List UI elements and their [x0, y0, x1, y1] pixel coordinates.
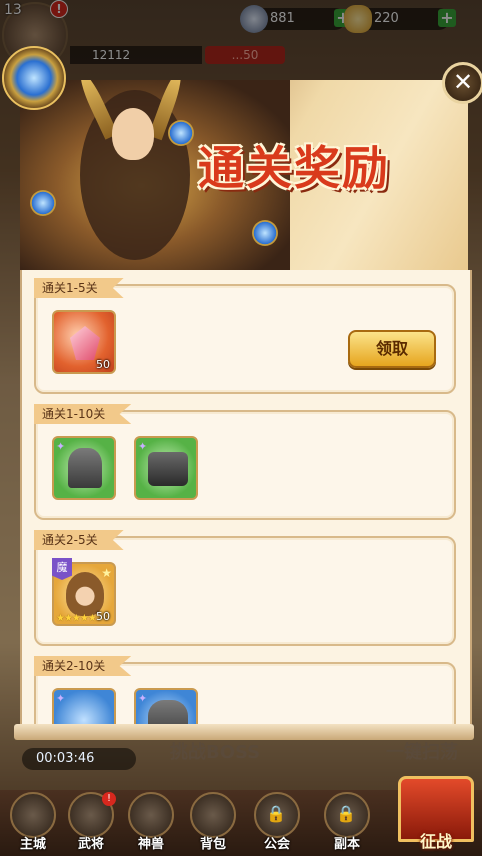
nav-label: 背包 [199, 837, 226, 852]
reward-item[interactable]: ✦ [134, 436, 198, 500]
quick-sweep-button[interactable]: 一键扫荡 [386, 738, 482, 768]
quality-star-icon: ✦ [138, 440, 148, 453]
reward-tier-label: 通关1-10关 [34, 404, 132, 424]
item-count: 50 [96, 610, 110, 623]
nav-label: 武将 [77, 837, 104, 852]
reward-item[interactable]: ✦ [52, 436, 116, 500]
beast-icon [128, 792, 174, 838]
nav-label: 征战 [419, 832, 452, 851]
modal-frame-bottom [14, 724, 474, 740]
nav-generals[interactable]: ! 武将 [62, 792, 120, 854]
challenge-boss-button[interactable]: 挑战BOSS [170, 738, 340, 768]
nav-backpack[interactable]: 背包 [184, 792, 242, 854]
nav-label: 神兽 [137, 837, 164, 852]
nav-dungeon[interactable]: 🔒 副本 [318, 792, 376, 854]
reward-tier-label: 通关2-5关 [34, 530, 124, 550]
claim-button[interactable]: 领取 [348, 330, 436, 368]
nav-campaign[interactable]: 征战 [396, 776, 476, 856]
reward-card: 通关1-5关 50 领取 [34, 278, 456, 394]
reward-tier-label: 通关1-5关 [34, 278, 124, 298]
nav-alert-badge: ! [102, 792, 116, 806]
nav-beasts[interactable]: 神兽 [122, 792, 180, 854]
armor-icon [148, 700, 188, 724]
nav-label: 主城 [19, 837, 46, 852]
crystal-icon [70, 326, 100, 360]
reward-card: 通关1-10关 ✦ ✦ [34, 404, 456, 520]
reward-item[interactable]: 魔 ★ ★★★★★ 50 [52, 558, 116, 626]
clear-rewards-modal: 通关奖励 ✕ 通关1-5关 50 领取 通关1-10关 ✦ ✦ 通关2-5关 魔… [2, 46, 482, 742]
boots-icon [148, 452, 188, 486]
gem-icon [168, 120, 194, 146]
orb-ornament-icon [2, 46, 66, 110]
rewards-list[interactable]: 通关1-5关 50 领取 通关1-10关 ✦ ✦ 通关2-5关 魔 ★ ★★★★… [20, 270, 472, 724]
item-count: 50 [96, 358, 110, 371]
nav-guild[interactable]: 🔒 公会 [248, 792, 306, 854]
reward-item[interactable]: 50 [52, 310, 116, 374]
nav-main-city[interactable]: 主城 [4, 792, 62, 854]
gem-icon [252, 220, 278, 246]
modal-banner: 通关奖励 [20, 80, 468, 272]
city-icon [10, 792, 56, 838]
lock-icon: 🔒 [266, 804, 286, 823]
reward-card: 通关2-5关 魔 ★ ★★★★★ 50 [34, 530, 456, 646]
helmet-icon [68, 448, 102, 488]
lock-icon: 🔒 [336, 804, 356, 823]
reward-item[interactable]: ✦ [134, 688, 198, 724]
backpack-icon [190, 792, 236, 838]
modal-title: 通关奖励 [198, 141, 390, 195]
nav-label: 公会 [263, 837, 290, 852]
gem-icon [30, 190, 56, 216]
reward-tier-label: 通关2-10关 [34, 656, 132, 676]
faction-badge: 魔 [52, 558, 72, 580]
reward-item[interactable]: ✦ [52, 688, 116, 724]
close-button[interactable]: ✕ [442, 62, 482, 104]
quality-star-icon: ✦ [138, 692, 148, 705]
quality-star-icon: ✦ [56, 440, 66, 453]
nav-label: 副本 [333, 837, 360, 852]
star-icon: ★ [101, 566, 112, 580]
hero-stars: ★★★★★ [56, 613, 97, 624]
quality-star-icon: ✦ [56, 692, 66, 705]
hero-face [112, 108, 154, 160]
idle-timer: 00:03:46 [22, 748, 136, 770]
reward-card: 通关2-10关 ✦ ✦ [34, 656, 456, 724]
